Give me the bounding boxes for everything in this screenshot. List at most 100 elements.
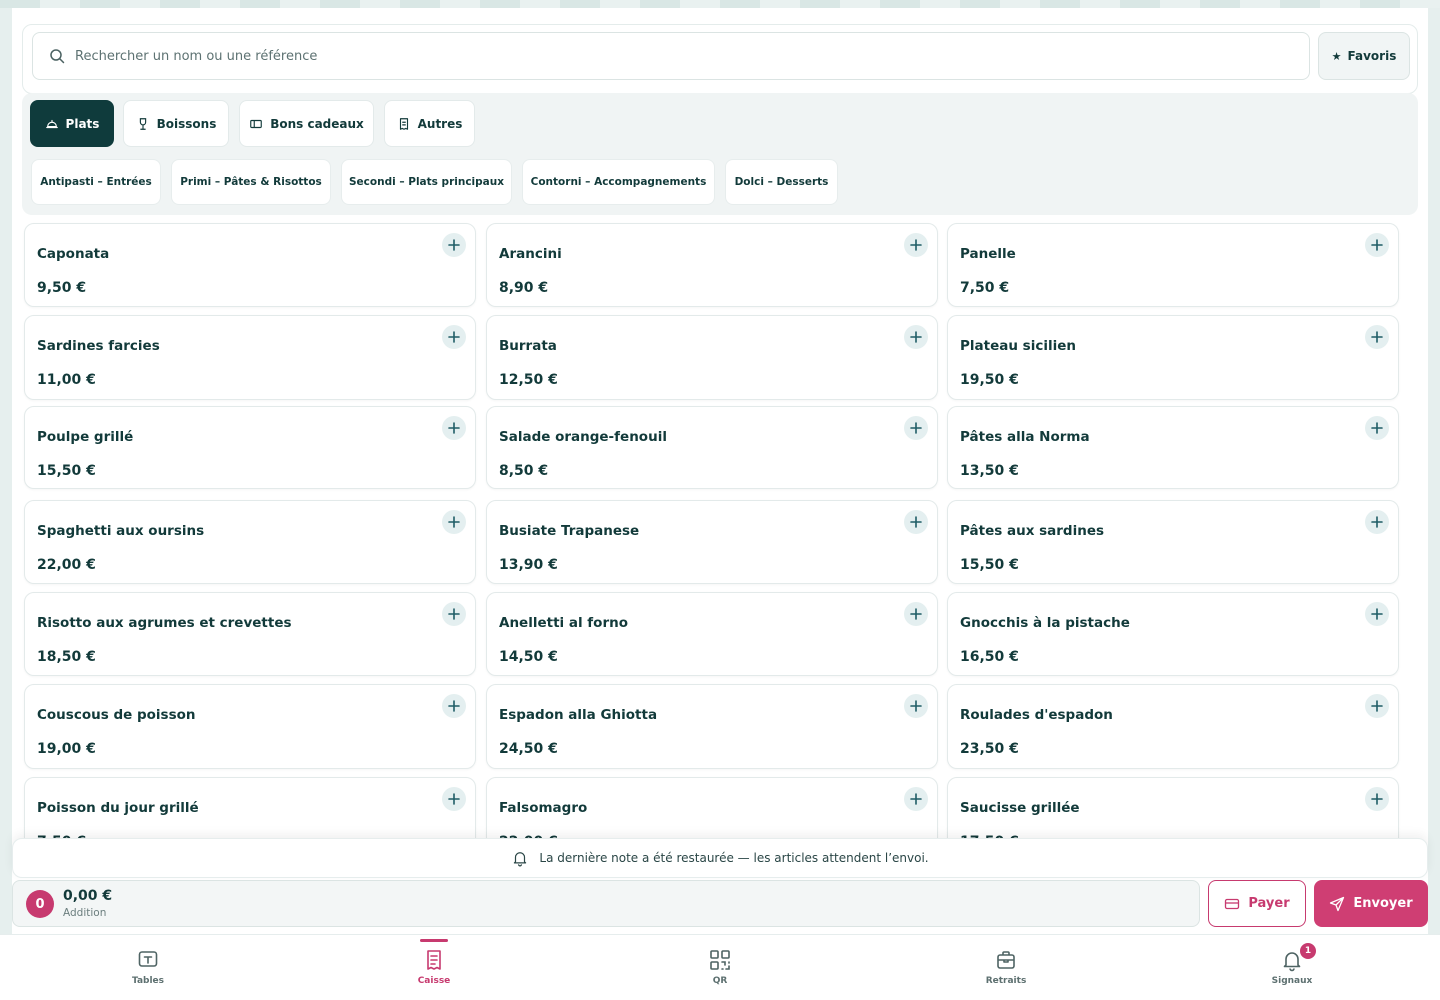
product-card[interactable]: Pâtes aux sardines 15,50 € bbox=[947, 500, 1399, 584]
add-button[interactable] bbox=[442, 233, 466, 257]
product-price: 8,90 € bbox=[499, 280, 549, 296]
product-name: Panelle bbox=[960, 246, 1016, 262]
plus-icon bbox=[448, 422, 460, 434]
add-button[interactable] bbox=[1365, 416, 1389, 440]
product-price: 14,50 € bbox=[499, 649, 558, 665]
add-button[interactable] bbox=[442, 416, 466, 440]
product-card[interactable]: Caponata 9,50 € bbox=[24, 223, 476, 307]
add-button[interactable] bbox=[904, 325, 928, 349]
product-card[interactable]: Saucisse grillée17,50 € bbox=[947, 777, 1399, 838]
product-name: Poulpe grillé bbox=[37, 429, 134, 445]
plus-icon bbox=[1371, 793, 1383, 805]
add-button[interactable] bbox=[442, 787, 466, 811]
product-name: Arancini bbox=[499, 246, 562, 262]
plus-icon bbox=[448, 516, 460, 528]
product-card[interactable]: Arancini 8,90 € bbox=[486, 223, 938, 307]
plus-icon bbox=[910, 793, 922, 805]
plus-icon bbox=[1371, 239, 1383, 251]
nav-label: Tables bbox=[131, 976, 165, 986]
add-button[interactable] bbox=[904, 233, 928, 257]
add-button[interactable] bbox=[1365, 233, 1389, 257]
add-button[interactable] bbox=[904, 602, 928, 626]
tab-boissons[interactable]: Boissons bbox=[123, 100, 229, 147]
add-button[interactable] bbox=[442, 325, 466, 349]
bell-icon bbox=[514, 852, 527, 867]
credit-card-icon bbox=[1225, 898, 1240, 909]
favorites-button[interactable]: ★ Favoris bbox=[1318, 32, 1410, 80]
bill-label: Addition bbox=[63, 907, 107, 919]
product-card[interactable]: Busiate Trapanese 13,90 € bbox=[486, 500, 938, 584]
nav-label: Caisse bbox=[417, 976, 451, 986]
nav-label: Signaux bbox=[1271, 976, 1313, 986]
product-name: Anelletti al forno bbox=[499, 615, 628, 631]
wine-glass-icon bbox=[139, 117, 146, 130]
product-price: 16,50 € bbox=[960, 649, 1019, 665]
product-card[interactable]: Burrata 12,50 € bbox=[486, 315, 938, 400]
add-button[interactable] bbox=[1365, 510, 1389, 534]
receipt-icon bbox=[399, 117, 408, 130]
subtab-secondi[interactable]: Secondi – Plats principaux bbox=[341, 159, 512, 205]
product-card[interactable]: Roulades d'espadon 23,50 € bbox=[947, 684, 1399, 769]
product-name: Sardines farcies bbox=[37, 338, 160, 354]
tab-plats[interactable]: Plats bbox=[30, 100, 114, 147]
active-indicator bbox=[420, 939, 448, 942]
product-name: Poisson du jour grillé bbox=[37, 800, 199, 816]
product-card[interactable]: Panelle 7,50 € bbox=[947, 223, 1399, 307]
subtab-primi[interactable]: Primi – Pâtes & Risottos bbox=[171, 159, 331, 205]
product-name: Busiate Trapanese bbox=[499, 523, 640, 539]
tab-label: Autres bbox=[417, 116, 463, 131]
tab-label: Plats bbox=[65, 116, 100, 131]
product-price: 18,50 € bbox=[37, 649, 96, 665]
add-button[interactable] bbox=[1365, 602, 1389, 626]
search-box[interactable] bbox=[32, 32, 1310, 80]
send-button[interactable]: Envoyer bbox=[1314, 880, 1428, 927]
product-card[interactable]: Sardines farcies 11,00 € bbox=[24, 315, 476, 400]
tab-autres[interactable]: Autres bbox=[384, 100, 475, 147]
product-card[interactable]: Espadon alla Ghiotta 24,50 € bbox=[486, 684, 938, 769]
add-button[interactable] bbox=[1365, 694, 1389, 718]
add-button[interactable] bbox=[442, 602, 466, 626]
plus-icon bbox=[448, 331, 460, 343]
add-button[interactable] bbox=[904, 787, 928, 811]
product-card[interactable]: Falsomagro22,00 € bbox=[486, 777, 938, 838]
product-card[interactable]: Plateau sicilien 19,50 € bbox=[947, 315, 1399, 400]
qr-code-icon bbox=[710, 950, 730, 970]
product-card[interactable]: Risotto aux agrumes et crevettes 18,50 € bbox=[24, 592, 476, 676]
product-name: Burrata bbox=[499, 338, 557, 354]
add-button[interactable] bbox=[904, 416, 928, 440]
nav-retraits[interactable]: Retraits bbox=[946, 935, 1066, 1000]
product-card[interactable]: Salade orange-fenouil 8,50 € bbox=[486, 406, 938, 489]
tab-bons-cadeaux[interactable]: Bons cadeaux bbox=[239, 100, 374, 147]
star-icon: ★ bbox=[1331, 49, 1342, 63]
add-button[interactable] bbox=[1365, 787, 1389, 811]
add-button[interactable] bbox=[904, 510, 928, 534]
product-card[interactable]: Poisson du jour grillé7,50 € bbox=[24, 777, 476, 838]
add-button[interactable] bbox=[442, 510, 466, 534]
product-card[interactable]: Pâtes alla Norma 13,50 € bbox=[947, 406, 1399, 489]
search-icon bbox=[50, 49, 65, 64]
nav-tables[interactable]: Tables bbox=[88, 935, 208, 1000]
add-button[interactable] bbox=[442, 694, 466, 718]
add-button[interactable] bbox=[904, 694, 928, 718]
subtab-dolci[interactable]: Dolci – Desserts bbox=[725, 159, 838, 205]
bill-total: 0,00 € bbox=[63, 888, 113, 904]
pay-button[interactable]: Payer bbox=[1208, 880, 1306, 927]
receipt-icon bbox=[427, 950, 441, 970]
product-card[interactable]: Poulpe grillé 15,50 € bbox=[24, 406, 476, 489]
plus-icon bbox=[910, 700, 922, 712]
nav-qr[interactable]: QR bbox=[660, 935, 780, 1000]
plus-icon bbox=[448, 608, 460, 620]
subtab-antipasti[interactable]: Antipasti – Entrées bbox=[31, 159, 161, 205]
product-card[interactable]: Anelletti al forno 14,50 € bbox=[486, 592, 938, 676]
search-input[interactable] bbox=[75, 48, 1275, 64]
bill-summary[interactable]: 0 0,00 € Addition bbox=[12, 880, 1200, 927]
nav-caisse[interactable]: Caisse bbox=[374, 935, 494, 1000]
product-card[interactable]: Gnocchis à la pistache 16,50 € bbox=[947, 592, 1399, 676]
product-price: 24,50 € bbox=[499, 741, 558, 757]
product-card[interactable]: Spaghetti aux oursins 22,00 € bbox=[24, 500, 476, 584]
subtab-contorni[interactable]: Contorni – Accompagnements bbox=[522, 159, 715, 205]
add-button[interactable] bbox=[1365, 325, 1389, 349]
nav-signaux[interactable]: 1 Signaux bbox=[1232, 935, 1352, 1000]
favorites-label: Favoris bbox=[1347, 49, 1397, 63]
product-card[interactable]: Couscous de poisson 19,00 € bbox=[24, 684, 476, 769]
